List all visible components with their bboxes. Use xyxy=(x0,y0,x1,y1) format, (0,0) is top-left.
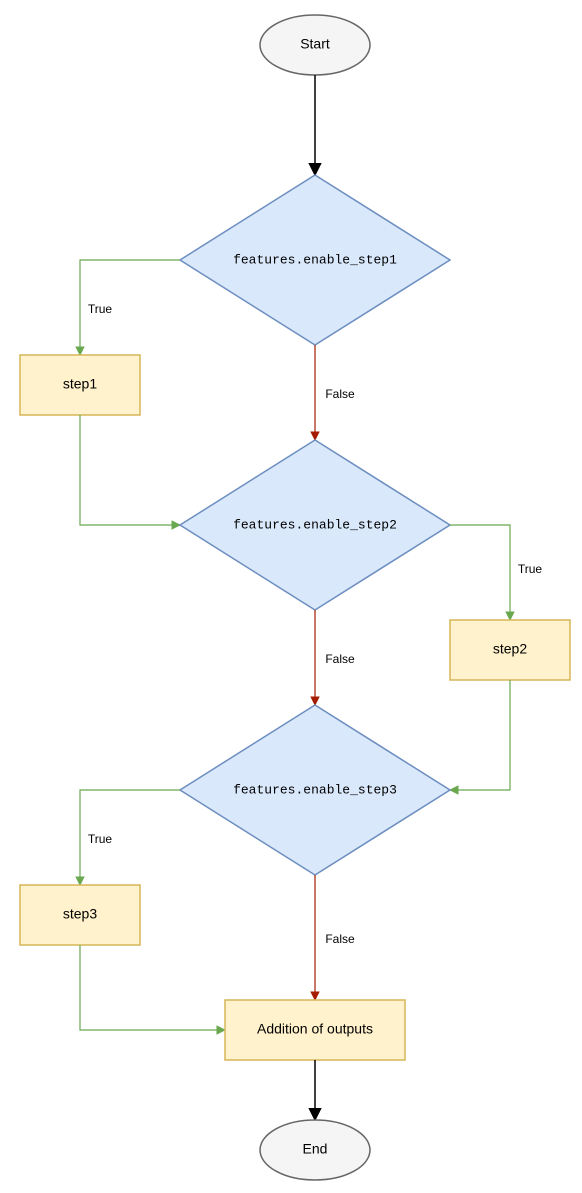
process-step3-label: step3 xyxy=(63,906,97,922)
edge-d2-true xyxy=(450,525,510,620)
edge-d2-false-label: False xyxy=(325,652,355,666)
process-step1-label: step1 xyxy=(63,376,97,392)
process-step2-label: step2 xyxy=(493,641,527,657)
edge-d3-true-label: True xyxy=(88,832,113,846)
decision-step1-label: features.enable_step1 xyxy=(233,252,397,267)
edge-d1-false-label: False xyxy=(325,387,355,401)
decision-step2-label: features.enable_step2 xyxy=(233,517,397,532)
process-sum-label: Addition of outputs xyxy=(257,1021,373,1037)
edge-d3-false-label: False xyxy=(325,932,355,946)
edge-p3-sum xyxy=(80,945,225,1030)
edge-p2-d3 xyxy=(450,680,510,790)
end-label: End xyxy=(303,1141,328,1157)
edge-p1-d2 xyxy=(80,415,180,525)
edge-d2-true-label: True xyxy=(518,562,543,576)
start-label: Start xyxy=(300,36,330,52)
decision-step3-label: features.enable_step3 xyxy=(233,782,397,797)
flowchart: Start features.enable_step1 True False s… xyxy=(0,0,582,1193)
edge-d1-true-label: True xyxy=(88,302,113,316)
